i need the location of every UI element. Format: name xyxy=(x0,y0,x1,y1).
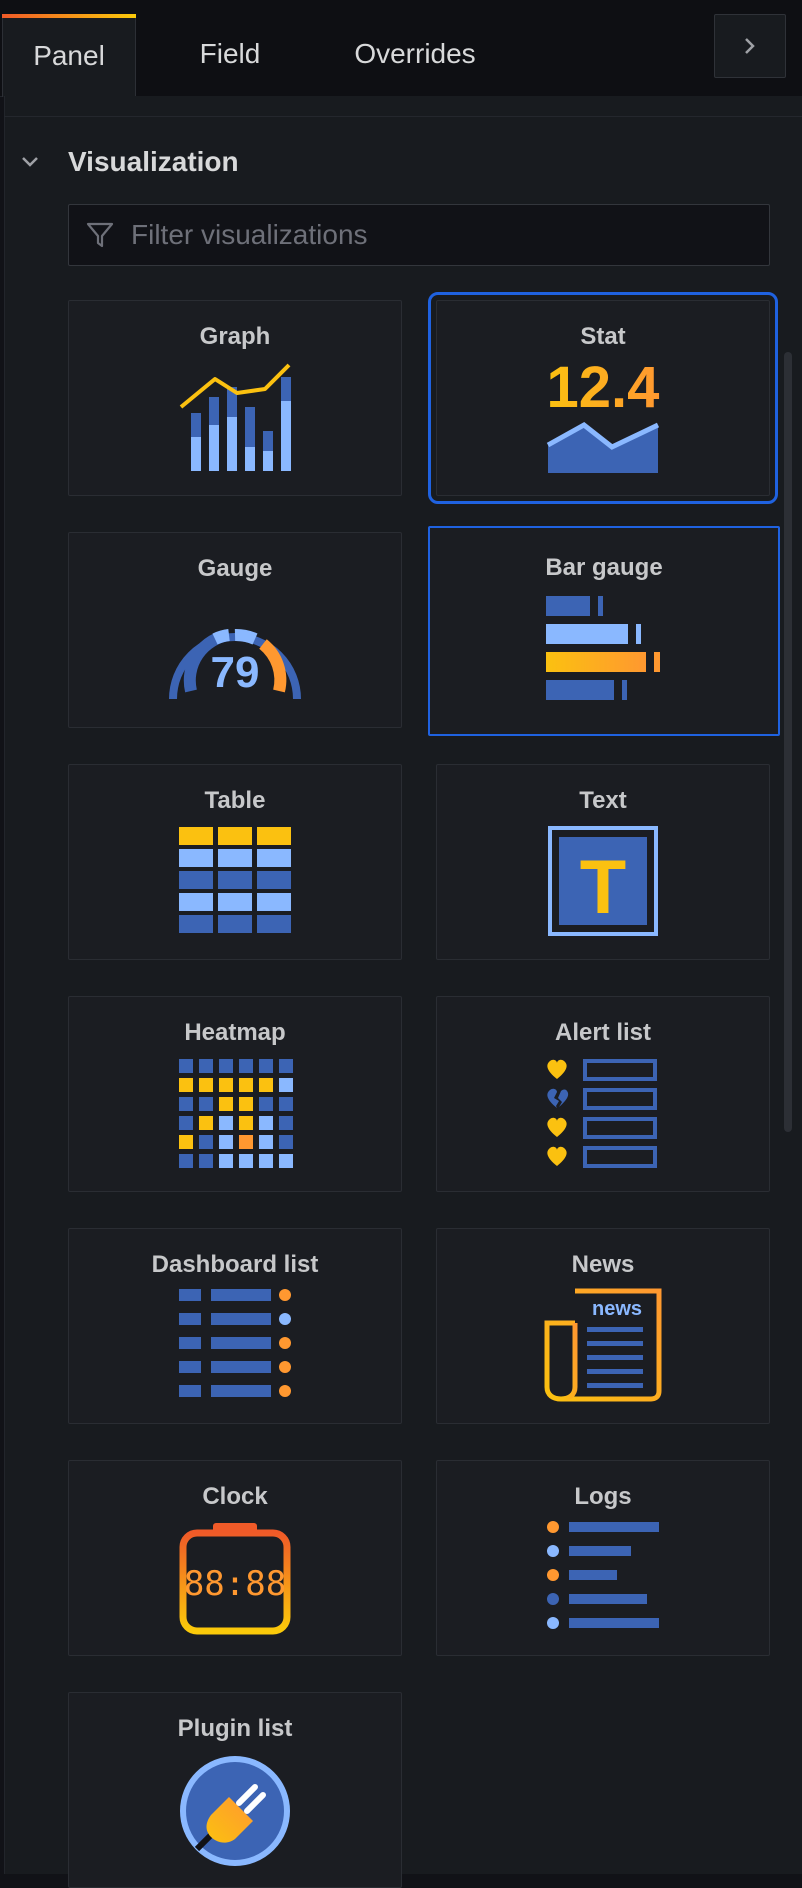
stat-icon: 12.4 xyxy=(547,355,660,473)
viz-card-label: Alert list xyxy=(554,1019,652,1046)
visualization-section-header[interactable]: Visualization xyxy=(20,140,239,184)
viz-card-label: Bar gauge xyxy=(545,554,663,581)
heatmap-cell xyxy=(219,1154,233,1168)
text-icon-glyph: T xyxy=(580,845,626,930)
table-icon xyxy=(179,827,291,933)
heatmap-cell xyxy=(279,1059,293,1073)
viz-card-label: Text xyxy=(579,787,627,814)
heatmap-cell xyxy=(259,1154,273,1168)
heatmap-cell xyxy=(219,1097,233,1111)
heatmap-cell xyxy=(239,1154,253,1168)
tab-field-label: Field xyxy=(199,38,261,69)
viz-card-label: Table xyxy=(204,787,266,814)
viz-card-graph[interactable]: Graph xyxy=(68,300,402,496)
heatmap-cell xyxy=(179,1097,193,1111)
chevron-right-icon xyxy=(745,38,755,54)
heatmap-cell xyxy=(279,1097,293,1111)
viz-card-heatmap[interactable]: Heatmap xyxy=(68,996,402,1192)
tab-panel-label: Panel xyxy=(33,40,105,71)
heatmap-cell xyxy=(259,1078,273,1092)
section-title: Visualization xyxy=(68,146,239,177)
heatmap-cell xyxy=(219,1059,233,1073)
heatmap-cell xyxy=(259,1116,273,1130)
heatmap-cell xyxy=(239,1097,253,1111)
heatmap-cell xyxy=(199,1154,213,1168)
viz-card-label: Gauge xyxy=(197,555,273,582)
gauge-icon: 79 xyxy=(169,629,301,700)
divider xyxy=(4,116,802,117)
news-icon-text: news xyxy=(592,1298,642,1320)
heatmap-cell xyxy=(179,1135,193,1149)
tab-field[interactable]: Field xyxy=(168,14,292,94)
viz-card-plugin-list[interactable]: Plugin list xyxy=(68,1692,402,1888)
heatmap-cell xyxy=(279,1078,293,1092)
tab-overrides-label: Overrides xyxy=(354,38,476,69)
tab-overrides[interactable]: Overrides xyxy=(330,14,500,94)
viz-card-table[interactable]: Table xyxy=(68,764,402,960)
gauge-icon-value: 79 xyxy=(211,648,260,697)
viz-card-text[interactable]: Text T xyxy=(436,764,770,960)
chevron-down-icon xyxy=(22,157,38,167)
viz-card-label: Clock xyxy=(202,1483,268,1510)
heatmap-cell xyxy=(219,1116,233,1130)
viz-card-gauge[interactable]: Gauge 79 xyxy=(68,532,402,728)
viz-card-label: Graph xyxy=(199,323,271,350)
dashboard-list-icon xyxy=(179,1289,291,1397)
heatmap-cell xyxy=(199,1078,213,1092)
heatmap-cell xyxy=(219,1135,233,1149)
heatmap-cell xyxy=(179,1059,193,1073)
heatmap-cell xyxy=(239,1116,253,1130)
collapse-options-button[interactable] xyxy=(714,14,786,78)
heatmap-cell xyxy=(179,1116,193,1130)
viz-card-label: Heatmap xyxy=(184,1019,286,1046)
news-icon: news xyxy=(544,1288,662,1402)
heatmap-cell xyxy=(199,1097,213,1111)
heatmap-cell xyxy=(259,1135,273,1149)
filter-icon xyxy=(86,222,114,248)
heatmap-cell xyxy=(179,1078,193,1092)
bar-gauge-icon xyxy=(546,596,660,700)
heatmap-icon xyxy=(179,1059,293,1168)
filter-visualizations-field[interactable] xyxy=(68,204,770,266)
heatmap-cell xyxy=(279,1116,293,1130)
filter-visualizations-input[interactable] xyxy=(129,218,753,252)
viz-card-alert-list[interactable]: Alert list xyxy=(436,996,770,1192)
heatmap-cell xyxy=(239,1135,253,1149)
viz-card-label: Stat xyxy=(580,323,626,350)
scrollbar[interactable] xyxy=(784,352,792,1132)
viz-card-dashboard-list[interactable]: Dashboard list xyxy=(68,1228,402,1424)
heatmap-cell xyxy=(279,1154,293,1168)
viz-card-label: Plugin list xyxy=(177,1715,293,1742)
tab-panel[interactable]: Panel xyxy=(2,14,136,97)
heatmap-cell xyxy=(259,1059,273,1073)
viz-card-logs[interactable]: Logs xyxy=(436,1460,770,1656)
heatmap-cell xyxy=(199,1116,213,1130)
graph-icon xyxy=(179,363,291,471)
viz-card-bar-gauge[interactable]: Bar gauge xyxy=(428,526,780,736)
tab-bar: Panel Field Overrides xyxy=(0,0,802,97)
alert-list-icon xyxy=(547,1059,657,1168)
heatmap-cell xyxy=(259,1097,273,1111)
stat-icon-value: 12.4 xyxy=(547,355,660,420)
heatmap-cell xyxy=(279,1135,293,1149)
viz-card-label: Dashboard list xyxy=(151,1251,319,1278)
viz-card-stat[interactable]: Stat 12.4 xyxy=(428,292,778,504)
clock-icon-digits: 88:88 xyxy=(184,1564,286,1604)
viz-card-news[interactable]: News news xyxy=(436,1228,770,1424)
heatmap-cell xyxy=(179,1154,193,1168)
viz-card-label: News xyxy=(571,1251,635,1278)
viz-card-clock[interactable]: Clock 88:88 xyxy=(68,1460,402,1656)
plugin-list-icon xyxy=(180,1756,290,1866)
heatmap-cell xyxy=(239,1078,253,1092)
heatmap-cell xyxy=(239,1059,253,1073)
heatmap-cell xyxy=(199,1135,213,1149)
heatmap-cell xyxy=(219,1078,233,1092)
text-icon: T xyxy=(548,826,658,936)
clock-icon: 88:88 xyxy=(179,1523,291,1635)
logs-icon xyxy=(547,1521,659,1629)
viz-card-label: Logs xyxy=(574,1483,632,1510)
heatmap-cell xyxy=(199,1059,213,1073)
